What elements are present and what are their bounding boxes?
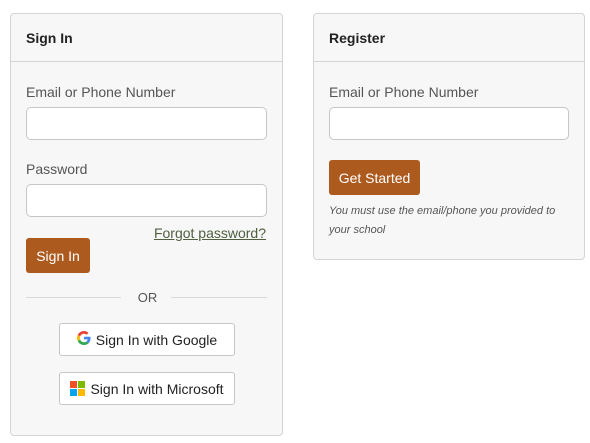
google-g-icon	[76, 330, 91, 349]
or-divider-right	[171, 297, 267, 298]
sign-in-email-label: Email or Phone Number	[26, 84, 176, 100]
register-email-input[interactable]	[329, 107, 569, 140]
microsoft-logo-icon	[70, 381, 86, 396]
get-started-button[interactable]: Get Started	[329, 160, 420, 195]
microsoft-sign-in-button[interactable]: Sign In with Microsoft	[59, 372, 235, 405]
register-email-label: Email or Phone Number	[329, 84, 479, 100]
sign-in-email-input[interactable]	[26, 107, 267, 140]
password-label: Password	[26, 161, 88, 177]
sign-in-title: Sign In	[11, 14, 282, 62]
google-sign-in-button[interactable]: Sign In with Google	[59, 323, 235, 356]
microsoft-sign-in-label: Sign In with Microsoft	[90, 380, 224, 397]
forgot-password-link[interactable]: Forgot password?	[154, 225, 266, 241]
sign-in-button[interactable]: Sign In	[26, 238, 90, 273]
register-card: Register Email or Phone Number Get Start…	[313, 13, 585, 260]
google-sign-in-label: Sign In with Google	[95, 331, 218, 348]
register-hint-text: You must use the email/phone you provide…	[329, 205, 556, 236]
sign-in-card: Sign In Email or Phone Number Password F…	[10, 13, 283, 436]
register-title: Register	[314, 14, 584, 62]
password-input[interactable]	[26, 184, 267, 217]
